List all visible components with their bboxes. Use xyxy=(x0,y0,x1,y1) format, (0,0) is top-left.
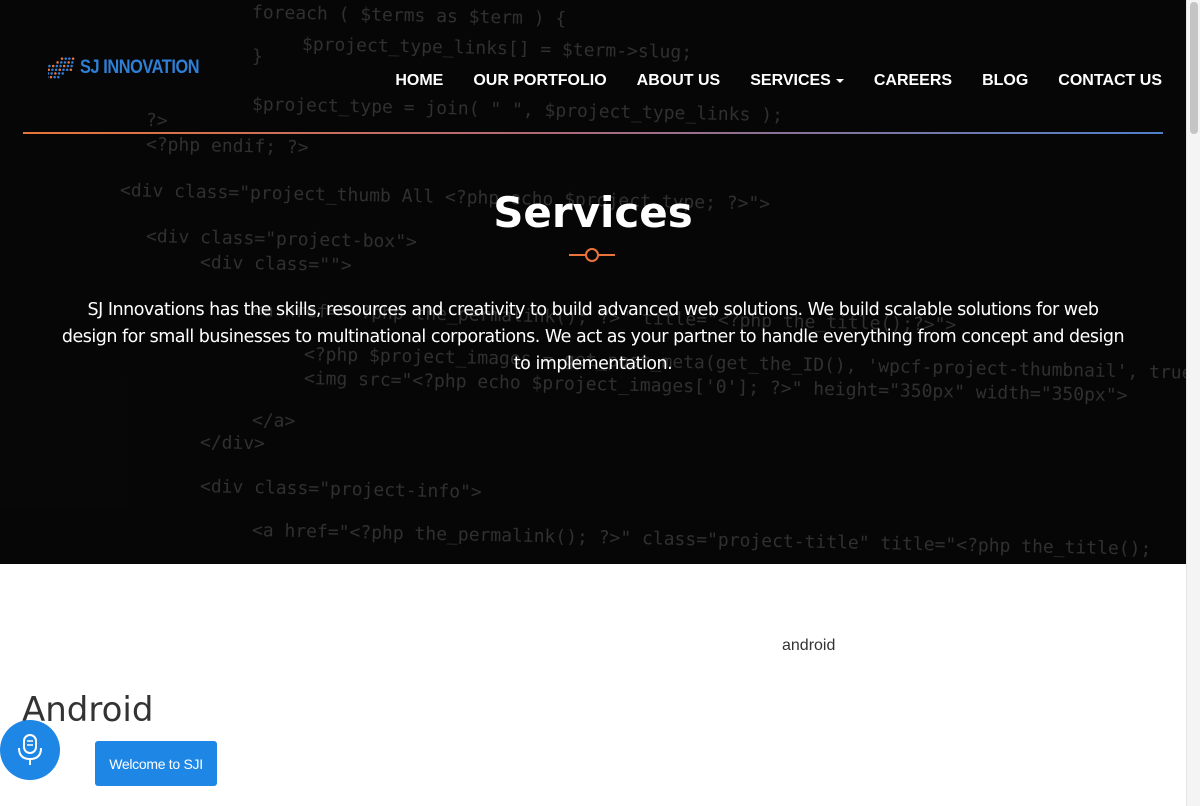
logo-dot xyxy=(62,68,65,72)
nav-careers[interactable]: CAREERS xyxy=(874,72,952,90)
site-logo[interactable]: SJ INNOVATION xyxy=(48,42,218,94)
title-divider-icon xyxy=(569,248,615,262)
nav-our-portfolio-label: OUR PORTFOLIO xyxy=(473,72,607,89)
logo-dot xyxy=(58,68,62,72)
nav-services[interactable]: SERVICES xyxy=(750,72,844,90)
logo-dot xyxy=(53,75,56,79)
logo-dot xyxy=(51,68,54,72)
logo-dot xyxy=(49,75,53,79)
android-image-alt-text: android xyxy=(782,637,836,654)
hero-description: SJ Innovations has the skills, resources… xyxy=(61,300,1125,374)
logo-dot xyxy=(54,72,57,75)
hero-banner: foreach ( $terms as $term ) {$project_ty… xyxy=(0,0,1186,564)
logo-dot xyxy=(60,61,63,64)
logo-text: SJ INNOVATION xyxy=(79,57,200,78)
main-nav: HOME OUR PORTFOLIO ABOUT US SERVICES CAR… xyxy=(365,70,1162,92)
logo-dot xyxy=(48,68,51,72)
logo-dot xyxy=(60,57,64,60)
logo-dots-icon xyxy=(48,57,75,79)
logo-dot xyxy=(57,72,61,75)
nav-careers-label: CAREERS xyxy=(873,72,953,89)
nav-home[interactable]: HOME xyxy=(395,72,443,90)
nav-our-portfolio[interactable]: OUR PORTFOLIO xyxy=(473,72,606,90)
scrollbar[interactable] xyxy=(1186,0,1200,806)
nav-services-label: SERVICES xyxy=(750,72,831,89)
logo-dot xyxy=(71,61,74,64)
page-title: Services xyxy=(493,188,693,237)
nav-blog[interactable]: BLOG xyxy=(982,72,1028,90)
logo-dot xyxy=(55,64,59,68)
logo-dot xyxy=(66,64,70,68)
logo-dot xyxy=(64,57,67,60)
caret-down-icon xyxy=(835,79,844,83)
nav-divider-line xyxy=(23,132,1163,134)
logo-dot xyxy=(50,72,53,75)
logo-dot xyxy=(63,61,67,64)
welcome-button[interactable]: Welcome to SJI xyxy=(95,741,217,786)
logo-dot xyxy=(54,68,58,72)
logo-dot xyxy=(61,72,65,75)
logo-dot xyxy=(48,76,49,79)
logo-dot xyxy=(68,57,71,60)
logo-dot xyxy=(57,75,60,79)
nav-contact-us[interactable]: CONTACT US xyxy=(1058,72,1162,90)
logo-dot xyxy=(70,64,73,68)
logo-dot xyxy=(56,61,59,64)
logo-dot xyxy=(67,61,70,64)
logo-dot xyxy=(65,68,69,72)
logo-dot xyxy=(59,64,62,68)
logo-dot xyxy=(71,57,75,60)
voice-assistant-button[interactable] xyxy=(0,720,60,780)
nav-about-us-label: ABOUT US xyxy=(636,72,721,89)
nav-blog-label: BLOG xyxy=(982,72,1029,89)
logo-dot xyxy=(48,72,50,75)
nav-contact-us-label: CONTACT US xyxy=(1058,72,1162,89)
logo-dot xyxy=(48,64,51,68)
microphone-icon xyxy=(18,734,42,765)
logo-dot xyxy=(62,64,66,68)
nav-home-label: HOME xyxy=(395,72,444,89)
scrollbar-thumb[interactable] xyxy=(1190,2,1198,134)
nav-about-us[interactable]: ABOUT US xyxy=(637,72,721,90)
logo-dot xyxy=(69,68,73,72)
logo-dot xyxy=(51,64,55,68)
